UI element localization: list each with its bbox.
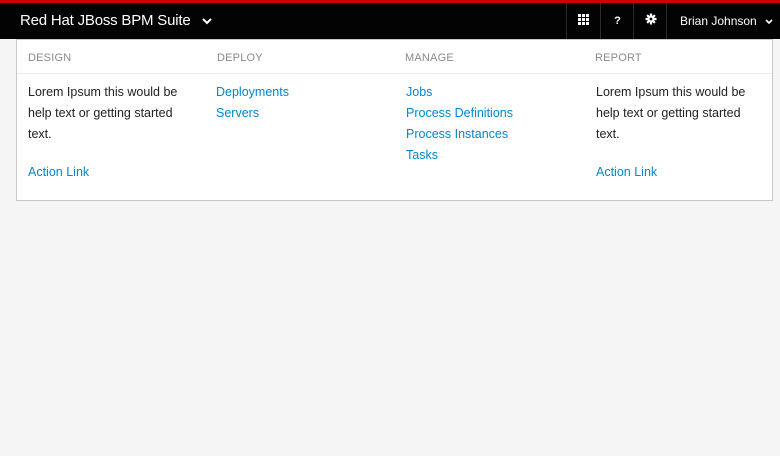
jobs-link[interactable]: Jobs: [406, 82, 513, 103]
deploy-links: Deployments Servers: [216, 82, 289, 124]
chevron-down-icon: [202, 3, 213, 39]
heading-divider: [17, 73, 772, 74]
help-button[interactable]: ?: [600, 3, 634, 39]
report-heading: REPORT: [595, 52, 642, 64]
mega-menu-panel: DESIGN Lorem Ipsum this would be help te…: [16, 39, 773, 201]
design-help-text: Lorem Ipsum this would be help text or g…: [28, 85, 178, 141]
apps-launcher-button[interactable]: [566, 3, 600, 39]
report-help-text: Lorem Ipsum this would be help text or g…: [596, 85, 746, 141]
deploy-heading: DEPLOY: [217, 52, 263, 64]
tasks-link[interactable]: Tasks: [406, 145, 513, 166]
top-navbar: Red Hat JBoss BPM Suite ? Brian Johnson: [0, 0, 780, 39]
process-definitions-link[interactable]: Process Definitions: [406, 103, 513, 124]
brand-menu-toggle[interactable]: Red Hat JBoss BPM Suite: [20, 3, 213, 39]
design-heading: DESIGN: [28, 52, 72, 64]
process-instances-link[interactable]: Process Instances: [406, 124, 513, 145]
brand-title: Red Hat JBoss BPM Suite: [20, 12, 191, 29]
servers-link[interactable]: Servers: [216, 103, 289, 124]
deployments-link[interactable]: Deployments: [216, 82, 289, 103]
help-label: ?: [614, 15, 621, 27]
settings-button[interactable]: [633, 3, 667, 39]
user-name: Brian Johnson: [680, 14, 757, 28]
manage-heading: MANAGE: [405, 52, 454, 64]
manage-links: Jobs Process Definitions Process Instanc…: [406, 82, 513, 166]
chevron-down-icon: [765, 14, 773, 28]
report-action-link[interactable]: Action Link: [596, 165, 657, 179]
user-menu-toggle[interactable]: Brian Johnson: [666, 3, 780, 39]
gear-icon: [645, 12, 657, 30]
design-action-link[interactable]: Action Link: [28, 165, 89, 179]
grid-icon: [578, 12, 589, 30]
